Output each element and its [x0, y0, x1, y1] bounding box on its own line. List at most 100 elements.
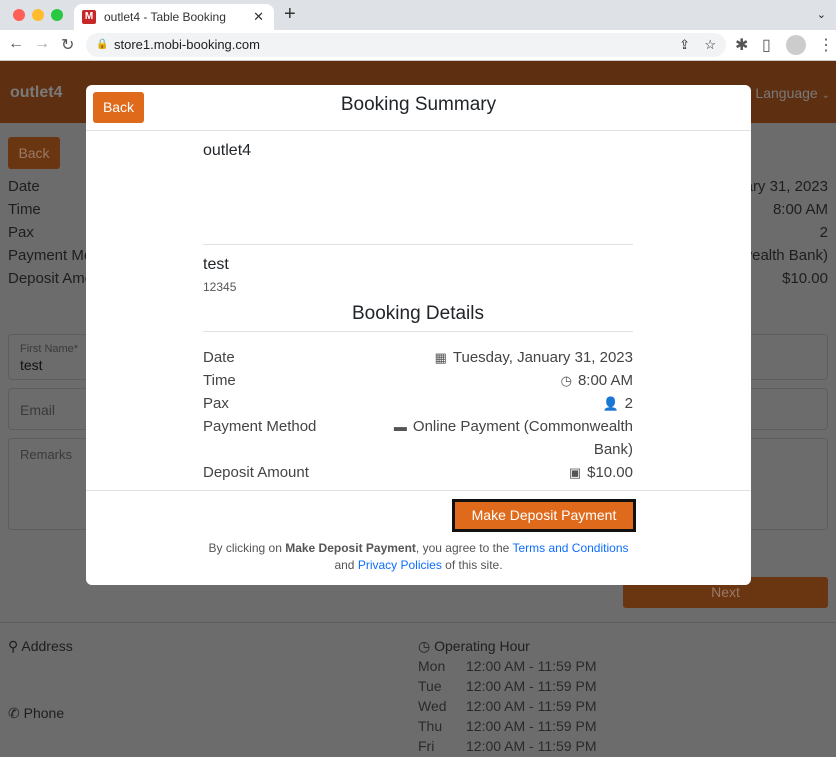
first-name-label: First Name* [20, 343, 79, 355]
detail-value: ▦ Tuesday, January 31, 2023 [435, 346, 633, 369]
terms-text: and [334, 558, 358, 572]
tab-bar: M outlet4 - Table Booking ✕ + ⌄ [0, 0, 836, 30]
divider [0, 622, 836, 623]
terms-text: , you agree to the [415, 541, 513, 555]
hours-day: Thu [418, 718, 443, 734]
detail-value: ▣ $10.00 [569, 461, 633, 484]
hours-row: Wed 12:00 AM - 11:59 PM [418, 698, 596, 714]
favicon-icon: M [82, 10, 96, 24]
page-back-button[interactable]: Back [8, 137, 60, 169]
detail-value: ◷ 8:00 AM [561, 369, 633, 392]
phone-label: Phone [23, 705, 65, 721]
customer-name: test [203, 256, 229, 273]
maximize-window-button[interactable] [51, 9, 63, 21]
money-icon: ▣ [568, 465, 582, 480]
minimize-window-button[interactable] [32, 9, 44, 21]
hours-row: Fri 12:00 AM - 11:59 PM [418, 738, 596, 754]
hours-heading: ◷ Operating Hour [418, 638, 530, 655]
hours-row: Tue 12:00 AM - 11:59 PM [418, 678, 596, 694]
booking-summary-modal: Booking Summary Back outlet4 test 12345 … [86, 85, 751, 585]
detail-value-text: Online Payment (Commonwealth [412, 418, 633, 435]
map-marker-icon: ⚲ [8, 638, 19, 654]
hours-day: Tue [418, 678, 442, 694]
url-input[interactable]: 🔒 store1.mobi-booking.com ⇪ ☆ [86, 33, 726, 57]
clock-icon: ◷ [560, 373, 572, 388]
detail-label: Deposit Amount [203, 464, 309, 481]
close-window-button[interactable] [13, 9, 25, 21]
tab-close-icon[interactable]: ✕ [253, 4, 264, 30]
sidebar-icon[interactable]: ▯ [762, 35, 771, 55]
chevron-down-icon: ⌄ [821, 90, 830, 101]
phone-icon: ✆ [8, 705, 20, 721]
hours-row: Thu 12:00 AM - 11:59 PM [418, 718, 596, 734]
brand[interactable]: outlet4 [10, 84, 62, 102]
address-heading: ⚲ Address [8, 638, 73, 655]
detail-row: Date ▦ Tuesday, January 31, 2023 [203, 346, 633, 369]
reload-icon[interactable]: ↻ [61, 35, 74, 55]
detail-row: Pax 👤 2 [203, 392, 633, 415]
hours-time: 12:00 AM - 11:59 PM [466, 658, 597, 674]
terms-text: of this site. [441, 558, 503, 572]
row-label: Pax [8, 224, 34, 241]
hours-time: 12:00 AM - 11:59 PM [466, 698, 597, 714]
address-label: Address [21, 638, 73, 654]
privacy-link[interactable]: Privacy Policies [358, 558, 442, 572]
hours-day: Mon [418, 658, 446, 674]
detail-value-text: 2 [624, 395, 633, 412]
divider [203, 244, 633, 245]
hours-day: Fri [418, 738, 435, 754]
star-icon[interactable]: ☆ [704, 33, 716, 57]
customer-phone: 12345 [203, 280, 237, 294]
back-arrow-icon[interactable]: ← [8, 35, 24, 53]
detail-value: ▬ Online Payment (Commonwealth Bank) [394, 415, 633, 461]
address-bar: ← → ↻ 🔒 store1.mobi-booking.com ⇪ ☆ ✱ ▯ ⋮ [0, 30, 836, 61]
language-dropdown[interactable]: Language ⌄ [755, 85, 830, 101]
credit-card-icon: ▬ [393, 419, 407, 434]
language-label: Language [755, 85, 818, 101]
detail-label: Pax [203, 395, 229, 412]
terms-link[interactable]: Terms and Conditions [512, 541, 628, 555]
email-placeholder: Email [20, 402, 56, 418]
detail-value-text: Tuesday, January 31, 2023 [452, 349, 633, 366]
detail-row: Payment Method ▬ Online Payment (Commonwea… [203, 415, 633, 458]
modal-title: Booking Summary [340, 94, 497, 115]
terms-notice: By clicking on Make Deposit Payment, you… [86, 540, 751, 574]
browser-tab[interactable]: M outlet4 - Table Booking ✕ [74, 4, 274, 30]
make-deposit-payment-button[interactable]: Make Deposit Payment [452, 499, 636, 532]
calendar-icon: ▦ [434, 350, 447, 365]
menu-kebab-icon[interactable]: ⋮ [818, 35, 834, 55]
extensions-icon[interactable]: ✱ [735, 35, 748, 55]
clock-icon: ◷ [418, 638, 431, 654]
outlet-name: outlet4 [203, 142, 252, 159]
user-icon: 👤 [602, 396, 619, 411]
hours-row: Mon 12:00 AM - 11:59 PM [418, 658, 596, 674]
remarks-placeholder: Remarks [20, 447, 73, 462]
detail-label: Payment Method [203, 418, 317, 435]
forward-arrow-icon[interactable]: → [34, 35, 50, 53]
booking-details-title: Booking Details [351, 303, 485, 324]
tab-menu-chevron-icon[interactable]: ⌄ [817, 8, 826, 21]
hours-time: 12:00 AM - 11:59 PM [466, 678, 597, 694]
hours-time: 12:00 AM - 11:59 PM [466, 718, 597, 734]
tab-title: outlet4 - Table Booking [104, 10, 226, 24]
new-tab-button[interactable]: + [284, 3, 296, 26]
detail-value-text: $10.00 [587, 464, 633, 481]
share-icon[interactable]: ⇪ [679, 33, 690, 57]
row-label: Time [8, 201, 41, 218]
modal-header: Booking Summary Back [86, 85, 751, 131]
phone-heading: ✆ Phone [8, 705, 64, 722]
hours-time: 12:00 AM - 11:59 PM [466, 738, 597, 754]
row-label: Date [8, 178, 40, 195]
detail-value: 👤 2 [602, 392, 633, 415]
detail-label: Time [203, 372, 236, 389]
detail-value-text: 8:00 AM [577, 372, 633, 389]
hours-day: Wed [418, 698, 447, 714]
profile-avatar-icon[interactable] [786, 35, 806, 55]
detail-label: Date [203, 349, 235, 366]
terms-text: By clicking on [208, 541, 286, 555]
row-value: 8:00 AM [772, 201, 828, 218]
detail-value-text: Bank) [593, 441, 633, 458]
hours-label: Operating Hour [434, 638, 530, 654]
modal-back-button[interactable]: Back [93, 92, 144, 123]
first-name-value: test [20, 357, 43, 373]
